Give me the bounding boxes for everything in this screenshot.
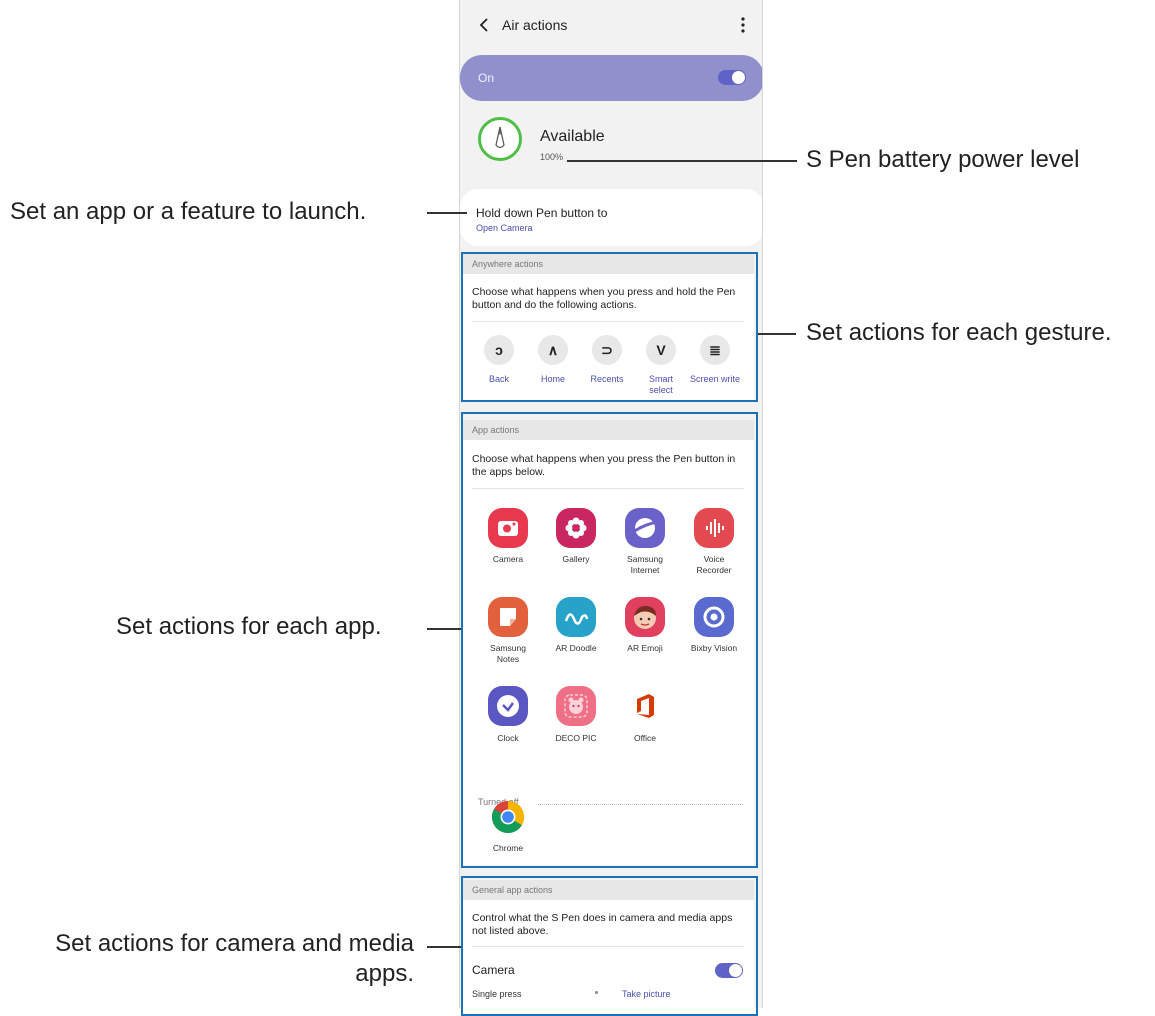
annotation-battery: S Pen battery power level (806, 146, 1080, 173)
annotation-gesture: Set actions for each gesture. (806, 319, 1112, 346)
callout-line-app (427, 628, 461, 630)
s-pen-icon (495, 126, 505, 149)
callout-line-media (427, 946, 461, 948)
annotation-app: Set actions for each app. (116, 613, 382, 640)
master-switch-label: On (478, 71, 495, 85)
app-actions-highlight (461, 412, 758, 868)
master-toggle[interactable] (718, 70, 746, 85)
back-arrow-icon[interactable] (476, 14, 494, 36)
hold-button-setting[interactable]: Hold down Pen button to Open Camera (460, 189, 762, 246)
more-options-icon[interactable] (738, 14, 748, 36)
pen-status-title: Available (540, 128, 605, 145)
s-pen-battery-indicator (478, 117, 522, 161)
general-actions-highlight (461, 876, 758, 1016)
annotation-media: Set actions for camera and media apps. (6, 929, 414, 989)
hold-button-value: Open Camera (476, 223, 533, 233)
pen-battery-level: 100% (540, 152, 564, 162)
annotation-media-line1: Set actions for camera and media (55, 930, 414, 957)
top-app-bar: Air actions (460, 0, 762, 50)
callout-line-gesture (758, 333, 796, 335)
toggle-knob (732, 71, 745, 84)
hold-button-label: Hold down Pen button to (476, 206, 608, 220)
annotation-media-line2: apps. (355, 960, 414, 987)
annotation-launch: Set an app or a feature to launch. (10, 198, 367, 225)
anywhere-actions-highlight (461, 252, 758, 402)
callout-line-launch (427, 212, 467, 214)
callout-line-battery (567, 160, 797, 162)
page-title: Air actions (502, 17, 568, 33)
master-switch-bar[interactable]: On (460, 55, 762, 101)
